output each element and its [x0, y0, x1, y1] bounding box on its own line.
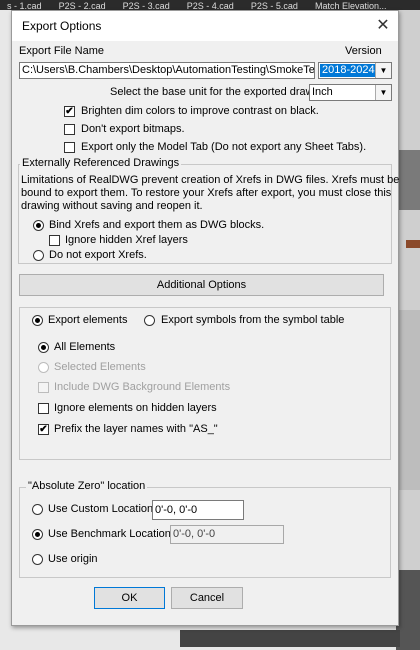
background-tab[interactable]: P2S - 5.cad: [244, 2, 305, 11]
version-select[interactable]: 2018-2024 ▼: [318, 62, 392, 79]
do-not-export-xrefs-radio[interactable]: [33, 250, 44, 261]
base-unit-select[interactable]: Inch ▼: [309, 84, 392, 101]
model-tab-only-label: Export only the Model Tab (Do not export…: [81, 141, 367, 153]
background-shape: [396, 310, 420, 490]
version-label: Version: [345, 45, 382, 57]
bind-xrefs-label: Bind Xrefs and export them as DWG blocks…: [49, 219, 265, 231]
benchmark-location-label: Use Benchmark Location: [48, 528, 171, 540]
model-tab-only-checkbox[interactable]: [64, 142, 75, 153]
do-not-export-xrefs-label: Do not export Xrefs.: [49, 249, 147, 261]
all-elements-label: All Elements: [54, 341, 116, 353]
export-symbols-radio[interactable]: [144, 315, 155, 326]
selected-elements-radio[interactable]: [38, 362, 49, 373]
prefix-layer-names-label: Prefix the layer names with "AS_": [54, 423, 218, 435]
xrefs-description-line: Limitations of RealDWG prevent creation …: [21, 174, 400, 186]
bind-xrefs-radio[interactable]: [33, 220, 44, 231]
include-dwg-background-label: Include DWG Background Elements: [54, 381, 231, 393]
title-bar: Export Options ✕: [12, 11, 398, 41]
background-tab[interactable]: P2S - 2.cad: [52, 2, 113, 11]
background-tab[interactable]: Match Elevation...: [308, 2, 394, 11]
background-tab[interactable]: P2S - 3.cad: [116, 2, 177, 11]
xrefs-description-line: bound to export them. To restore your Xr…: [21, 187, 392, 199]
custom-location-input[interactable]: 0'-0, 0'-0: [152, 500, 244, 520]
selected-elements-label: Selected Elements: [54, 361, 146, 373]
export-options-dialog: Export Options ✕ Export File Name Versio…: [11, 10, 399, 626]
chevron-down-icon[interactable]: ▼: [375, 85, 391, 100]
background-shape: [396, 150, 420, 210]
ignore-hidden-layers-checkbox[interactable]: [38, 403, 49, 414]
background-tab[interactable]: s - 1.cad: [0, 2, 49, 11]
benchmark-location-field: 0'-0, 0'-0: [170, 525, 284, 544]
export-elements-radio[interactable]: [32, 315, 43, 326]
include-dwg-background-checkbox[interactable]: [38, 382, 49, 393]
xrefs-caption: Externally Referenced Drawings: [20, 157, 182, 169]
export-elements-label: Export elements: [48, 314, 128, 326]
background-shape: [180, 630, 400, 647]
export-file-name-label: Export File Name: [19, 45, 104, 57]
dont-export-bitmaps-label: Don't export bitmaps.: [81, 123, 185, 135]
custom-location-label: Use Custom Location: [48, 503, 154, 515]
ignore-hidden-xref-layers-checkbox[interactable]: [49, 235, 60, 246]
close-icon[interactable]: ✕: [372, 15, 394, 37]
prefix-layer-names-checkbox[interactable]: ✔: [38, 424, 49, 435]
custom-location-radio[interactable]: [32, 504, 43, 515]
background-shape: [406, 240, 420, 248]
dialog-title: Export Options: [22, 19, 102, 33]
xrefs-description-line: drawing without saving and reopen it.: [21, 200, 203, 212]
additional-options-button[interactable]: Additional Options: [19, 274, 384, 296]
background-tab-strip: s - 1.cad P2S - 2.cad P2S - 3.cad P2S - …: [0, 0, 420, 10]
brighten-colors-label: Brighten dim colors to improve contrast …: [81, 105, 319, 117]
base-unit-value: Inch: [312, 86, 333, 98]
export-symbols-label: Export symbols from the symbol table: [161, 314, 345, 326]
background-tab[interactable]: P2S - 4.cad: [180, 2, 241, 11]
ignore-hidden-layers-label: Ignore elements on hidden layers: [54, 402, 217, 414]
benchmark-location-radio[interactable]: [32, 529, 43, 540]
dont-export-bitmaps-checkbox[interactable]: [64, 124, 75, 135]
version-select-value: 2018-2024: [320, 64, 377, 77]
use-origin-radio[interactable]: [32, 554, 43, 565]
cancel-button[interactable]: Cancel: [171, 587, 243, 609]
ignore-hidden-xref-layers-label: Ignore hidden Xref layers: [65, 234, 188, 246]
all-elements-radio[interactable]: [38, 342, 49, 353]
brighten-colors-checkbox[interactable]: ✔: [64, 106, 75, 117]
ok-button[interactable]: OK: [94, 587, 165, 609]
use-origin-label: Use origin: [48, 553, 98, 565]
chevron-down-icon[interactable]: ▼: [375, 63, 391, 78]
background-3d-view: [396, 10, 420, 650]
base-unit-label: Select the base unit for the exported dr…: [110, 86, 332, 98]
absolute-zero-caption: "Absolute Zero" location: [26, 480, 148, 492]
export-file-name-input[interactable]: C:\Users\B.Chambers\Desktop\AutomationTe…: [19, 62, 315, 79]
